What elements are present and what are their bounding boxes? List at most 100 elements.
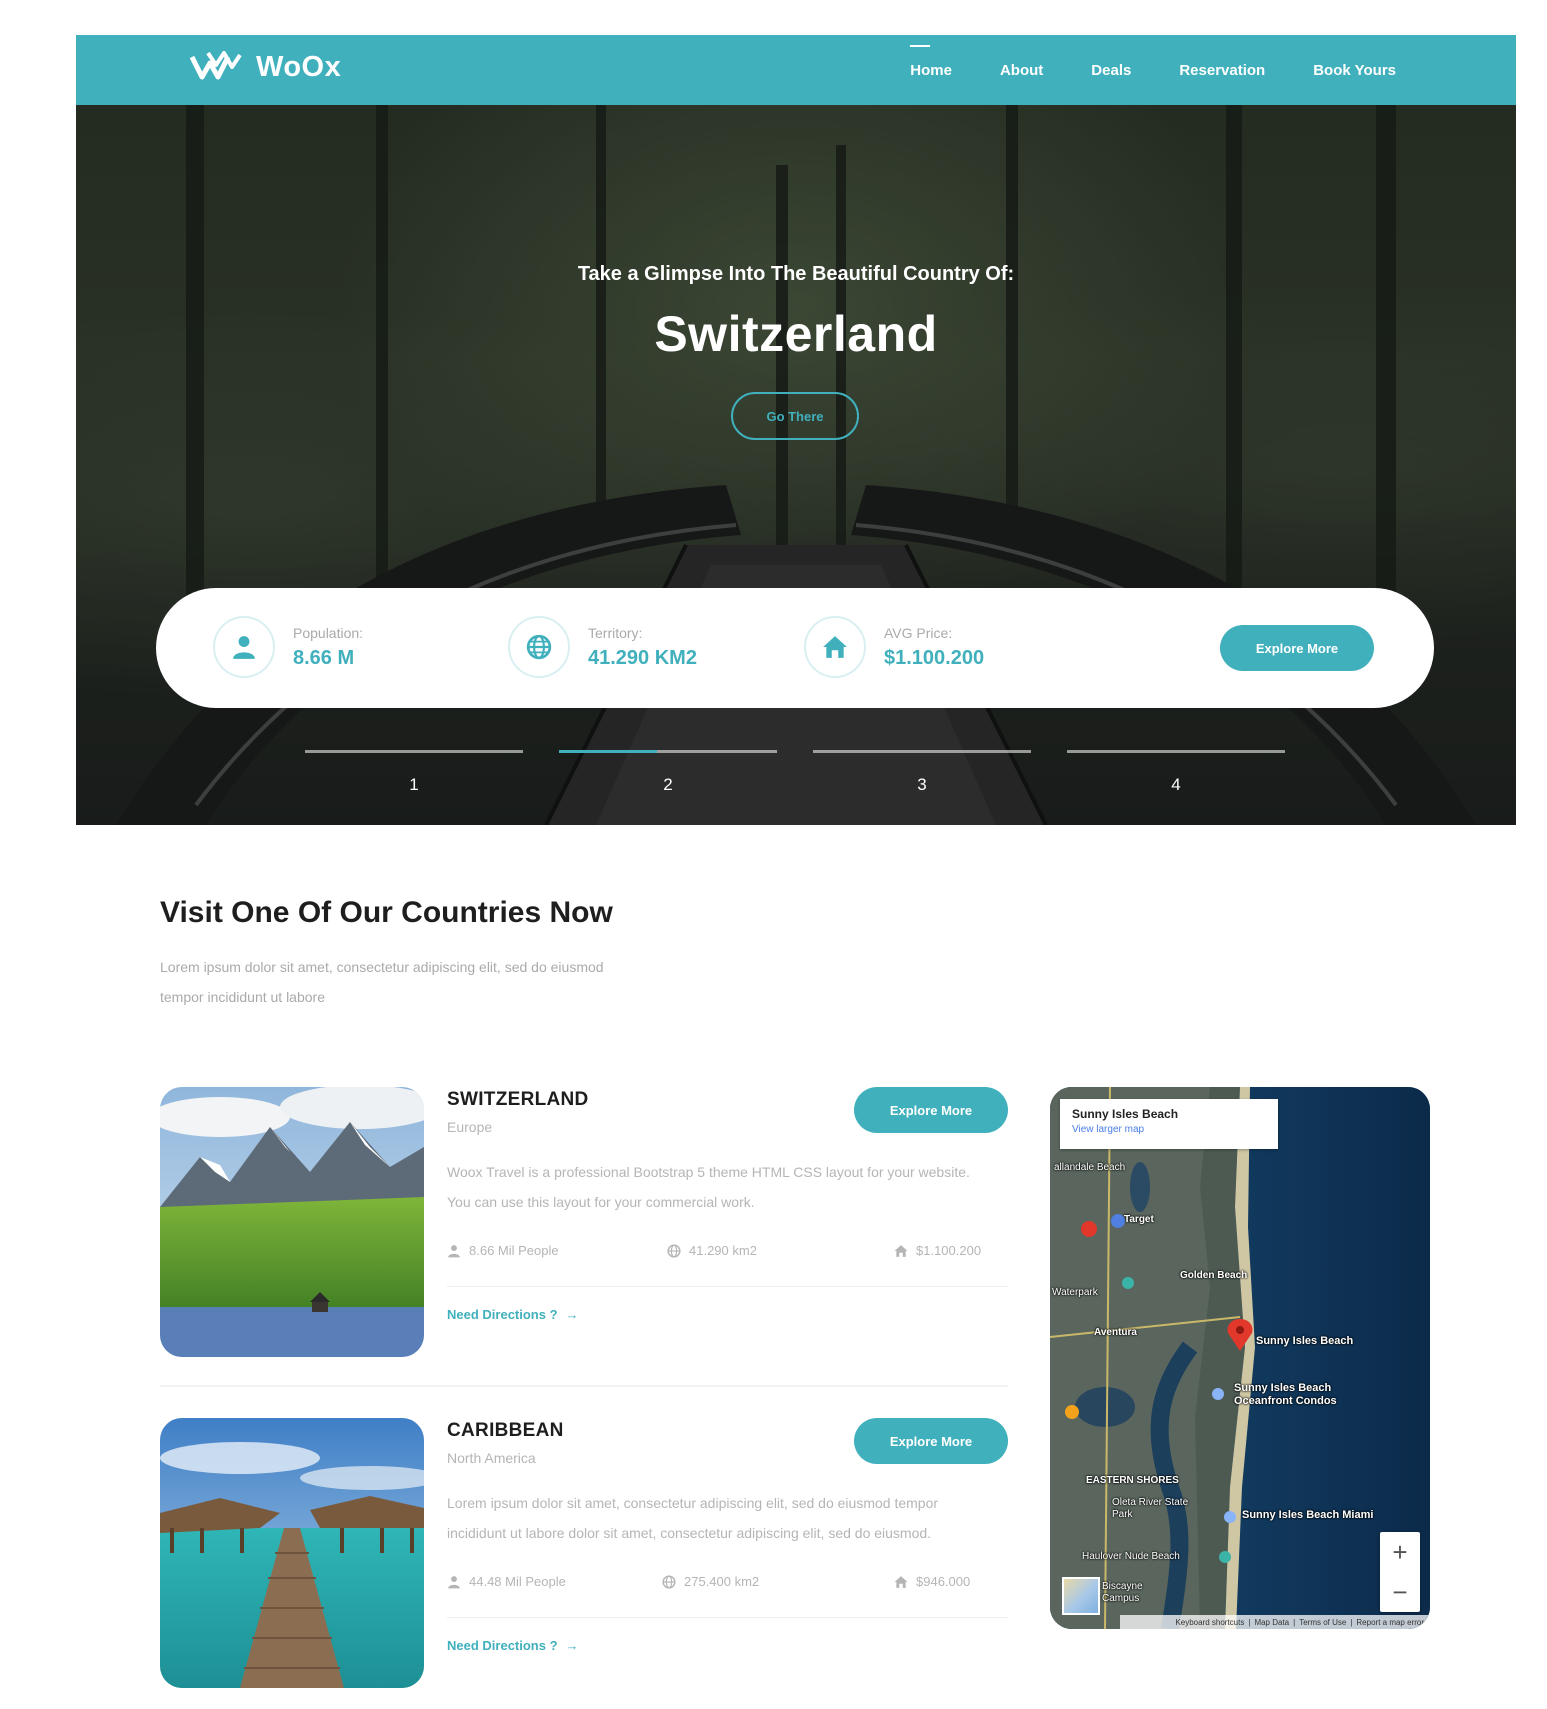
people-value: 44.48 Mil People (469, 1574, 566, 1589)
arrow-right-icon: → (565, 1638, 579, 1653)
switzerland-details: SWITZERLAND Europe Explore More Woox Tra… (447, 1087, 1008, 1324)
map-footer-data: Map Data (1254, 1617, 1290, 1627)
price-value: $946.000 (916, 1574, 971, 1589)
population-value: 8.66 M (293, 646, 355, 669)
map-label-golden-beach: Golden Beach (1180, 1270, 1248, 1281)
map-footer: Keyboard shortcuts | Map Data | Terms of U… (1120, 1615, 1430, 1629)
hero-subtitle: Take a Glimpse Into The Beautiful Countr… (577, 263, 1015, 285)
country-stats: 44.48 Mil People 275.400 km2 $946.000 (447, 1568, 1008, 1618)
country-description: Lorem ipsum dolor sit amet, consectetur … (447, 1495, 939, 1541)
avg-price-value: $1.100.200 (884, 646, 985, 669)
caribbean-details: CARIBBEAN North America Explore More Lor… (447, 1418, 1008, 1655)
hero-explore-more-button[interactable]: Explore More (1220, 625, 1374, 671)
country-item-switzerland: SWITZERLAND Europe Explore More Woox Tra… (160, 1087, 1008, 1367)
map-label-eastern-shores: EASTERN SHORES (1086, 1475, 1179, 1486)
view-larger-map-link[interactable]: View larger map (1072, 1124, 1266, 1135)
country-stats: 8.66 Mil People 41.290 km2 $1.100.200 (447, 1237, 1008, 1287)
territory-value: 41.290 KM2 (588, 646, 697, 669)
area-stat: 275.400 km2 (662, 1574, 759, 1589)
slide-bar (813, 750, 1031, 753)
map-label-biscayne-campus: Biscayne Campus (1102, 1581, 1143, 1604)
need-directions-label: Need Directions ? (447, 1638, 558, 1653)
section-description: Lorem ipsum dolor sit amet, consectetur … (160, 959, 604, 1005)
price-stat: $1.100.200 (894, 1243, 981, 1258)
population-stat: Population: 8.66 M (213, 616, 363, 678)
home-icon (804, 616, 866, 678)
slide-progress-fill (559, 750, 658, 753)
explore-more-button[interactable]: Explore More (854, 1087, 1008, 1133)
need-directions-label: Need Directions ? (447, 1307, 558, 1322)
territory-stat: Territory: 41.290 KM2 (508, 616, 697, 678)
slide-indicator-2[interactable]: 2 (559, 750, 777, 795)
area-stat: 41.290 km2 (667, 1243, 757, 1258)
forest-bridge-image (76, 105, 1516, 825)
need-directions-link[interactable]: Need Directions ? → (447, 1307, 579, 1322)
explore-more-button[interactable]: Explore More (854, 1418, 1008, 1464)
map-place-card: Sunny Isles Beach View larger map (1060, 1099, 1278, 1149)
logo-text: WoOx (256, 50, 342, 83)
go-there-button[interactable]: Go There (731, 392, 859, 440)
slide-indicator-3[interactable]: 3 (813, 750, 1031, 795)
nav-reservation[interactable]: Reservation (1179, 62, 1265, 79)
slide-number: 1 (409, 775, 419, 794)
map-label-sunny-isles-beach-miami: Sunny Isles Beach Miami (1242, 1509, 1374, 1521)
home-icon (894, 1244, 908, 1257)
switzerland-image (160, 1087, 424, 1357)
site-header: WoOx Home About Deals Reservation Book Y… (76, 35, 1516, 105)
hero-title: Switzerland (654, 306, 938, 362)
globe-icon (508, 616, 570, 678)
items-divider (160, 1385, 1008, 1387)
nav-home[interactable]: Home (910, 44, 952, 79)
slide-indicator-1[interactable]: 1 (305, 750, 523, 795)
section-title: Visit One Of Our Countries Now (160, 896, 613, 929)
avg-price-stat: AVG Price: $1.100.200 (804, 616, 984, 678)
map-label-sunny-isles-beach: Sunny Isles Beach (1256, 1335, 1354, 1347)
map-label-target: Target (1124, 1214, 1154, 1225)
slide-indicators: 1 2 3 4 (76, 750, 1516, 810)
nav-deals[interactable]: Deals (1091, 62, 1131, 79)
slide-bar (559, 750, 777, 753)
zoom-in-button[interactable]: + (1380, 1532, 1420, 1572)
globe-icon (667, 1243, 681, 1258)
country-description: Woox Travel is a professional Bootstrap … (447, 1164, 970, 1210)
map-layer-thumbnail[interactable] (1062, 1577, 1100, 1615)
territory-label: Territory: (588, 624, 643, 641)
slide-number: 4 (1171, 775, 1181, 794)
map-zoom-controls: + − (1380, 1532, 1420, 1612)
map-footer-terms[interactable]: Terms of Use (1299, 1618, 1346, 1627)
map-label-allandale: allandale Beach (1054, 1162, 1126, 1173)
map-label-oceanfront-condos: Sunny Isles Beach Oceanfront Condos (1234, 1382, 1337, 1407)
nav-book-yours[interactable]: Book Yours (1313, 62, 1396, 79)
people-stat: 8.66 Mil People (447, 1243, 559, 1258)
main-nav: Home About Deals Reservation Book Yours (910, 35, 1396, 105)
map-label-aventura: Aventura (1094, 1327, 1137, 1338)
population-label: Population: (293, 624, 364, 641)
slide-bar (1067, 750, 1285, 753)
embedded-map[interactable]: Sunny Isles Beach View larger map alland… (1050, 1087, 1430, 1629)
globe-icon (662, 1574, 676, 1589)
slide-indicator-4[interactable]: 4 (1067, 750, 1285, 795)
woox-logo-icon (190, 51, 242, 80)
map-footer-report[interactable]: Report a map error (1356, 1618, 1424, 1627)
slide-number: 2 (663, 775, 673, 794)
arrow-right-icon: → (565, 1307, 579, 1322)
user-icon (448, 1575, 460, 1588)
country-info-card: Population: 8.66 M Territory: 41.290 KM2 (156, 588, 1434, 708)
avg-price-label: AVG Price: (884, 624, 953, 641)
people-stat: 44.48 Mil People (447, 1574, 566, 1589)
people-value: 8.66 Mil People (469, 1243, 559, 1258)
nav-about[interactable]: About (1000, 62, 1043, 79)
map-label-waterpark: Waterpark (1052, 1287, 1098, 1298)
map-label-haulover: Haulover Nude Beach (1082, 1551, 1180, 1562)
map-footer-shortcuts[interactable]: Keyboard shortcuts (1175, 1618, 1244, 1627)
site-frame: WoOx Home About Deals Reservation Book Y… (76, 35, 1516, 825)
logo[interactable]: WoOx (190, 49, 341, 85)
area-value: 41.290 km2 (689, 1243, 757, 1258)
caribbean-image (160, 1418, 424, 1688)
zoom-out-button[interactable]: − (1380, 1572, 1420, 1612)
hero-banner: Take a Glimpse Into The Beautiful Countr… (76, 105, 1516, 825)
slide-bar (305, 750, 523, 753)
need-directions-link[interactable]: Need Directions ? → (447, 1638, 579, 1653)
home-icon (894, 1575, 908, 1588)
user-icon (213, 616, 275, 678)
